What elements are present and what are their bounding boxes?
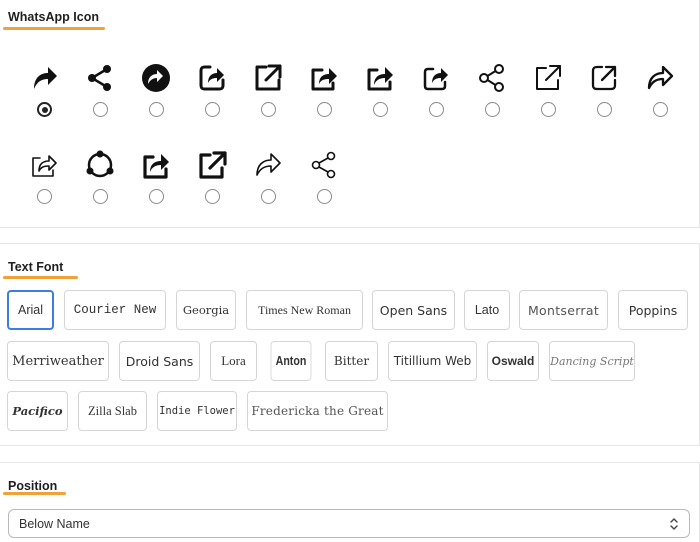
position-select-value: Below Name — [19, 517, 90, 531]
icon-option-15[interactable] — [136, 149, 176, 211]
icon-option-17[interactable] — [248, 149, 288, 211]
share-nodes-outline-icon[interactable] — [476, 62, 508, 94]
icon-section-title: WhatsApp Icon — [8, 10, 99, 24]
icon-radio-10[interactable] — [541, 102, 556, 117]
icon-radio-12[interactable] — [653, 102, 668, 117]
font-option-merriweather[interactable]: Merriweather — [7, 341, 109, 381]
icon-option-8[interactable] — [416, 62, 456, 124]
external-link-square-icon[interactable] — [196, 149, 228, 181]
icon-radio-11[interactable] — [597, 102, 612, 117]
icon-radio-2[interactable] — [93, 102, 108, 117]
font-option-times-new-roman[interactable]: Times New Roman — [246, 290, 363, 330]
external-link-rounded-icon[interactable] — [588, 62, 620, 94]
icon-option-5[interactable] — [248, 62, 288, 124]
share-arrow-outline-icon[interactable] — [644, 62, 676, 94]
share-circle-icon[interactable] — [140, 62, 172, 94]
icon-option-10[interactable] — [528, 62, 568, 124]
icon-radio-16[interactable] — [205, 189, 220, 204]
icon-radio-14[interactable] — [93, 189, 108, 204]
font-option-titillium-web[interactable]: Titillium Web — [388, 341, 477, 381]
icon-option-6[interactable] — [304, 62, 344, 124]
share-box-rounded-arrow-icon[interactable] — [420, 62, 452, 94]
font-option-dancing-script[interactable]: Dancing Script — [549, 341, 635, 381]
share-box-thin-icon[interactable] — [28, 149, 60, 181]
position-select[interactable]: Below Name — [8, 509, 690, 538]
share-nodes-thin-icon[interactable] — [308, 149, 340, 181]
font-option-zilla-slab[interactable]: Zilla Slab — [78, 391, 147, 431]
external-link-thin-icon[interactable] — [532, 62, 564, 94]
font-option-arial[interactable]: Arial — [7, 290, 54, 330]
share-box-arrow-alt-icon[interactable] — [364, 62, 396, 94]
font-option-open-sans[interactable]: Open Sans — [372, 290, 455, 330]
font-option-oswald[interactable]: Oswald — [487, 341, 539, 381]
icon-option-11[interactable] — [584, 62, 624, 124]
icon-option-2[interactable] — [80, 62, 120, 124]
font-option-anton[interactable]: Anton — [270, 341, 312, 381]
font-section-underline — [3, 276, 78, 279]
font-option-indie-flower[interactable]: Indie Flower — [157, 391, 237, 431]
share-box-arrow-icon[interactable] — [308, 62, 340, 94]
font-option-bitter[interactable]: Bitter — [325, 341, 378, 381]
icon-radio-6[interactable] — [317, 102, 332, 117]
icon-radio-4[interactable] — [205, 102, 220, 117]
icon-option-13[interactable] — [24, 149, 64, 211]
icon-option-9[interactable] — [472, 62, 512, 124]
icon-option-7[interactable] — [360, 62, 400, 124]
icon-radio-8[interactable] — [429, 102, 444, 117]
font-option-poppins[interactable]: Poppins — [618, 290, 688, 330]
font-option-pacifico[interactable]: Pacifico — [7, 391, 68, 431]
font-option-lora[interactable]: Lora — [210, 341, 257, 381]
position-section-title: Position — [8, 479, 58, 493]
icon-radio-5[interactable] — [261, 102, 276, 117]
font-option-courier-new[interactable]: Courier New — [64, 290, 166, 330]
font-option-lato[interactable]: Lato — [464, 290, 510, 330]
icon-radio-18[interactable] — [317, 189, 332, 204]
icon-option-3[interactable] — [136, 62, 176, 124]
icon-option-12[interactable] — [640, 62, 680, 124]
icon-section-underline — [3, 27, 105, 30]
icon-radio-17[interactable] — [261, 189, 276, 204]
font-option-droid-sans[interactable]: Droid Sans — [119, 341, 200, 381]
icon-radio-1[interactable] — [37, 102, 52, 117]
share-arrow-bold-icon[interactable] — [28, 62, 60, 94]
icon-option-14[interactable] — [80, 149, 120, 211]
icon-option-16[interactable] — [192, 149, 232, 211]
position-section-underline — [3, 492, 66, 495]
icon-radio-9[interactable] — [485, 102, 500, 117]
icon-option-18[interactable] — [304, 149, 344, 211]
chevron-up-down-icon — [670, 518, 678, 530]
font-section-title: Text Font — [8, 260, 64, 274]
icon-option-1[interactable] — [24, 62, 64, 124]
share-square-rounded-icon[interactable] — [196, 62, 228, 94]
share-circle-nodes-icon[interactable] — [84, 149, 116, 181]
share-nodes-icon[interactable] — [84, 62, 116, 94]
icon-radio-13[interactable] — [37, 189, 52, 204]
font-option-georgia[interactable]: Georgia — [176, 290, 236, 330]
icon-option-4[interactable] — [192, 62, 232, 124]
font-option-fredericka-the-great[interactable]: Fredericka the Great — [247, 391, 388, 431]
icon-radio-7[interactable] — [373, 102, 388, 117]
share-box-bold-icon[interactable] — [140, 149, 172, 181]
icon-radio-3[interactable] — [149, 102, 164, 117]
font-option-montserrat[interactable]: Montserrat — [519, 290, 608, 330]
share-arrow-thin-icon[interactable] — [252, 149, 284, 181]
external-link-square-bold-icon[interactable] — [252, 62, 284, 94]
icon-radio-15[interactable] — [149, 189, 164, 204]
